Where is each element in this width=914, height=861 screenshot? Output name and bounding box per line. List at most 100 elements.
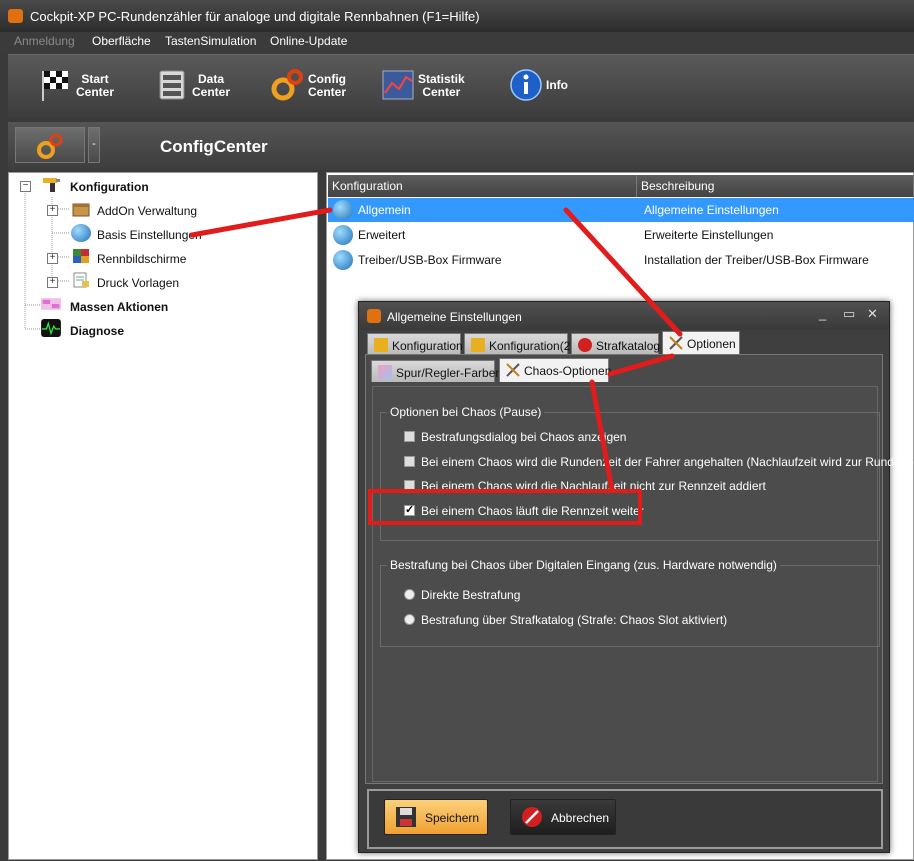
app-icon [8, 9, 23, 23]
tab-strafkatalog[interactable]: Strafkatalog [571, 333, 661, 355]
tree-item-rennbildschirme[interactable]: + Rennbildschirme [45, 249, 245, 267]
radio-button[interactable] [404, 589, 415, 600]
menu-oberflaeche[interactable]: Oberfläche [92, 34, 151, 48]
list-item-treiber[interactable]: Treiber/USB-Box Firmware Installation de… [328, 248, 914, 272]
tab-label: Konfiguration [392, 339, 463, 353]
highlight-box [368, 489, 642, 525]
cancel-button-label: Abbrechen [551, 811, 610, 825]
package-icon [72, 203, 90, 217]
tab-label: Chaos-Optionen [524, 364, 612, 378]
row-description: Installation der Treiber/USB-Box Firmwar… [644, 253, 869, 267]
config-dropdown-button[interactable]: - [88, 127, 100, 163]
checkbox-label: Bestrafungsdialog bei Chaos anzeigen [421, 430, 627, 444]
column-label: Konfiguration [332, 179, 403, 193]
menu-online-update[interactable]: Online-Update [270, 34, 347, 48]
tree-item-massen-aktionen[interactable]: Massen Aktionen [19, 297, 219, 315]
cancel-button[interactable]: Abbrechen [510, 799, 616, 835]
statistik-center-label: Statistik Center [418, 72, 465, 99]
save-button[interactable]: Speichern [384, 799, 488, 835]
pictures-icon [73, 249, 89, 263]
checkered-flag-icon [42, 71, 68, 101]
window-title: Cockpit-XP PC-Rundenzähler für analoge u… [30, 9, 480, 24]
expand-icon[interactable]: + [47, 277, 58, 288]
chart-icon [382, 70, 414, 100]
config-center-title: ConfigCenter [160, 137, 268, 156]
gears-icon [37, 133, 63, 159]
tree-item-diagnose[interactable]: Diagnose [19, 319, 219, 339]
config-icon-button[interactable] [15, 127, 85, 163]
group-title: Optionen bei Chaos (Pause) [387, 405, 545, 419]
tree-label: AddOn Verwaltung [97, 204, 198, 218]
checkbox-box[interactable] [404, 431, 415, 442]
chaos-optionen-panel: Optionen bei Chaos (Pause) Bestrafungsdi… [372, 386, 914, 782]
tree-item-druck-vorlagen[interactable]: + Druck Vorlagen [45, 272, 245, 291]
config-header: - ConfigCenter [8, 122, 914, 170]
expand-icon[interactable]: + [47, 205, 58, 216]
radio-label: Bestrafung über Strafkatalog (Strafe: Ch… [421, 613, 728, 627]
tree-item-konfiguration[interactable]: − Konfiguration [19, 177, 219, 195]
database-icon [159, 70, 185, 100]
config-center-button[interactable]: Config Center [270, 65, 370, 109]
row-name: Treiber/USB-Box Firmware [358, 253, 502, 267]
globe-icon [333, 200, 353, 220]
row-name: Allgemein [358, 203, 411, 217]
diagnose-icon [41, 319, 61, 337]
print-template-icon [73, 272, 89, 288]
config-tree: − Konfiguration + AddOn Verwaltung Basis… [8, 172, 318, 860]
close-button[interactable]: ✕ [867, 306, 878, 322]
group-bestrafung-digital: Bestrafung bei Chaos über Digitalen Eing… [380, 558, 880, 647]
globe-icon [333, 225, 353, 245]
row-description: Erweiterte Einstellungen [644, 228, 774, 242]
tab-optionen[interactable]: Optionen [662, 331, 740, 355]
gears-icon [271, 69, 303, 101]
tab-label: Strafkatalog [596, 339, 661, 353]
title-bar: Cockpit-XP PC-Rundenzähler für analoge u… [0, 0, 914, 32]
row-name: Erweitert [358, 228, 406, 242]
tools-icon [506, 363, 520, 377]
minimize-button[interactable]: _ [819, 306, 826, 321]
subtab-chaos-optionen[interactable]: Chaos-Optionen [499, 358, 612, 382]
tab-konfiguration-2[interactable]: Konfiguration(2) [464, 333, 574, 355]
column-label: Beschreibung [641, 179, 715, 193]
tab-konfiguration[interactable]: Konfiguration [367, 333, 463, 355]
start-center-button[interactable]: Start Center [38, 65, 138, 109]
checkbox-box[interactable] [404, 456, 415, 467]
tree-label: Konfiguration [70, 180, 149, 194]
collapse-icon[interactable]: − [20, 181, 31, 192]
stop-icon [578, 338, 592, 352]
mass-actions-icon [41, 298, 61, 310]
menu-tastensimulation[interactable]: TastenSimulation [165, 34, 256, 48]
column-header-beschreibung[interactable]: Beschreibung [637, 175, 914, 197]
column-header-konfiguration[interactable]: Konfiguration [328, 175, 637, 197]
list-item-erweitert[interactable]: Erweitert Erweiterte Einstellungen [328, 223, 914, 247]
start-center-label: Start Center [76, 72, 115, 99]
tree-item-basis-einstellungen[interactable]: Basis Einstellungen [45, 224, 245, 243]
expand-icon[interactable]: + [47, 253, 58, 264]
cancel-icon [522, 807, 542, 827]
allgemeine-einstellungen-dialog: Allgemeine Einstellungen _ ▭ ✕ Konfigura… [358, 301, 914, 853]
globe-icon [333, 250, 353, 270]
palette-icon [378, 365, 392, 379]
drill-icon [43, 178, 60, 192]
list-item-allgemein[interactable]: Allgemein Allgemeine Einstellungen [328, 198, 914, 222]
tools-icon [669, 336, 683, 350]
info-icon [510, 69, 542, 101]
app-icon [367, 309, 381, 323]
tree-label: Rennbildschirme [97, 252, 187, 266]
tree-label: Druck Vorlagen [97, 276, 180, 290]
maximize-button[interactable]: ▭ [843, 306, 855, 322]
row-description: Allgemeine Einstellungen [644, 203, 779, 217]
main-toolbar: Start Center Data Center Config Center S… [8, 54, 914, 118]
tab-label: Spur/Regler-Farben [396, 366, 503, 380]
statistik-center-button[interactable]: Statistik Center [380, 65, 490, 109]
tab-label: Optionen [687, 337, 736, 351]
tree-item-addon-verwaltung[interactable]: + AddOn Verwaltung [45, 201, 245, 219]
radio-button[interactable] [404, 614, 415, 625]
subtab-spur-regler-farben[interactable]: Spur/Regler-Farben [371, 360, 502, 382]
floppy-disk-icon [396, 807, 416, 827]
data-center-label: Data Center [192, 72, 231, 99]
tab-label: Konfiguration(2) [489, 339, 575, 353]
data-center-button[interactable]: Data Center [154, 65, 254, 109]
menu-anmeldung[interactable]: Anmeldung [14, 34, 75, 48]
info-button[interactable]: Info [508, 65, 588, 109]
